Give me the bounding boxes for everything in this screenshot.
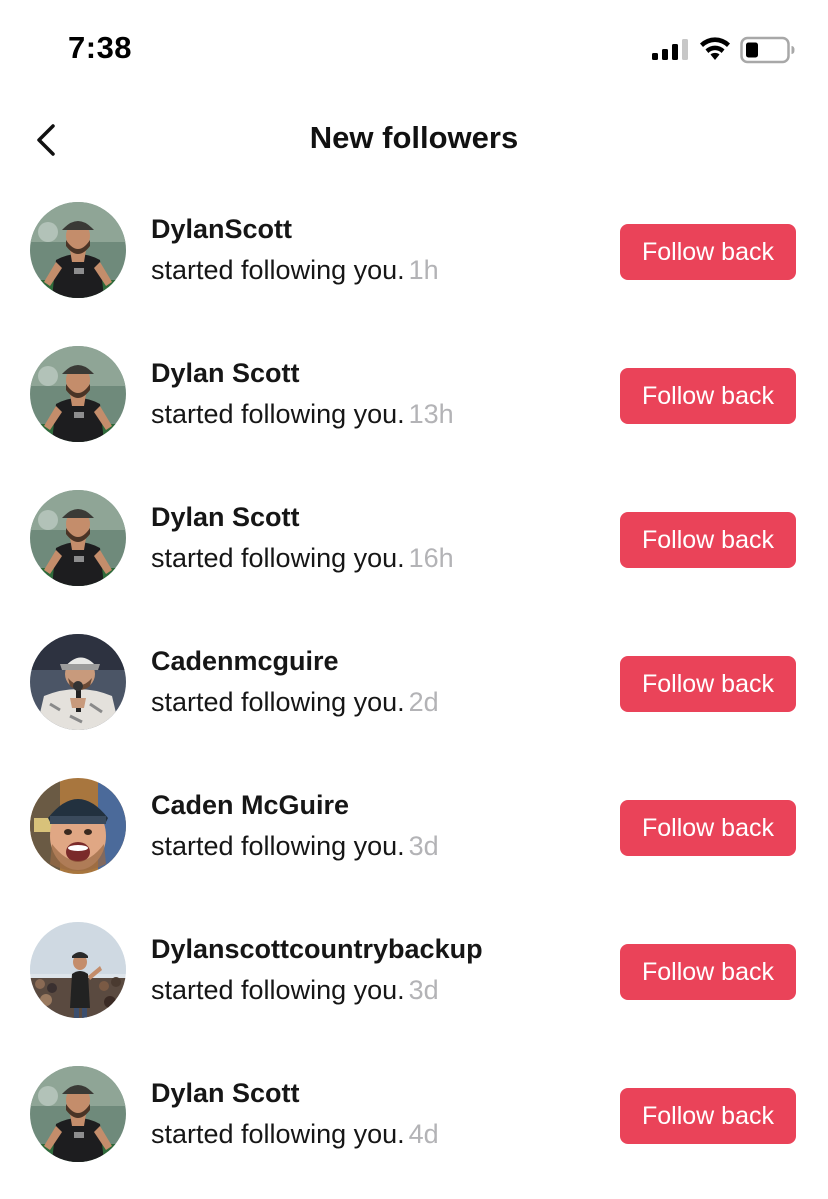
- status-bar: 7:38: [0, 0, 828, 96]
- follower-row[interactable]: Dylan Scott started following you. 4d Fol…: [0, 1042, 828, 1186]
- follower-text: Caden McGuire started following you. 3d: [151, 786, 439, 866]
- follower-text: Cadenmcguire started following you. 2d: [151, 642, 439, 722]
- avatar[interactable]: [30, 490, 126, 586]
- follower-row[interactable]: Caden McGuire started following you. 3d F…: [0, 754, 828, 898]
- activity-text: started following you.: [151, 687, 405, 717]
- avatar[interactable]: [30, 346, 126, 442]
- activity-line: started following you. 1h: [151, 250, 439, 290]
- timestamp: 4d: [408, 1119, 439, 1149]
- activity-text: started following you.: [151, 975, 405, 1005]
- username[interactable]: Dylanscottcountrybackup: [151, 930, 483, 968]
- follow-back-button[interactable]: Follow back: [620, 944, 796, 1000]
- username[interactable]: Dylan Scott: [151, 1074, 439, 1112]
- header: New followers: [0, 100, 828, 180]
- username[interactable]: Caden McGuire: [151, 786, 439, 824]
- follow-back-button[interactable]: Follow back: [620, 512, 796, 568]
- timestamp: 16h: [408, 543, 454, 573]
- avatar[interactable]: [30, 1066, 126, 1162]
- activity-line: started following you. 4d: [151, 1114, 439, 1154]
- follow-back-button[interactable]: Follow back: [620, 224, 796, 280]
- follower-row[interactable]: Dylan Scott started following you. 13h Fo…: [0, 322, 828, 466]
- timestamp: 2d: [408, 687, 439, 717]
- follow-back-button[interactable]: Follow back: [620, 1088, 796, 1144]
- timestamp: 3d: [408, 975, 439, 1005]
- follower-row[interactable]: Dylan Scott started following you. 16h Fo…: [0, 466, 828, 610]
- activity-line: started following you. 16h: [151, 538, 454, 578]
- follow-back-button[interactable]: Follow back: [620, 800, 796, 856]
- follower-row[interactable]: Cadenmcguire started following you. 2d Fo…: [0, 610, 828, 754]
- activity-text: started following you.: [151, 543, 405, 573]
- activity-line: started following you. 3d: [151, 970, 483, 1010]
- avatar[interactable]: [30, 778, 126, 874]
- wifi-icon: [700, 37, 730, 60]
- cellular-signal-icon: [652, 39, 688, 60]
- battery-low-icon: [740, 36, 795, 64]
- activity-line: started following you. 2d: [151, 682, 439, 722]
- username[interactable]: Dylan Scott: [151, 498, 454, 536]
- follow-back-button[interactable]: Follow back: [620, 656, 796, 712]
- follower-row[interactable]: Dylanscottcountrybackup started followin…: [0, 898, 828, 1042]
- page-title: New followers: [309, 120, 519, 155]
- activity-line: started following you. 13h: [151, 394, 454, 434]
- follower-text: Dylan Scott started following you. 4d: [151, 1074, 439, 1154]
- follower-list: DylanScott started following you. 1h Foll…: [0, 178, 828, 1186]
- status-time: 7:38: [68, 30, 133, 65]
- avatar[interactable]: [30, 202, 126, 298]
- username[interactable]: Dylan Scott: [151, 354, 454, 392]
- activity-text: started following you.: [151, 1119, 405, 1149]
- timestamp: 1h: [408, 255, 439, 285]
- timestamp: 3d: [408, 831, 439, 861]
- username[interactable]: Cadenmcguire: [151, 642, 439, 680]
- avatar[interactable]: [30, 634, 126, 730]
- timestamp: 13h: [408, 399, 454, 429]
- activity-text: started following you.: [151, 831, 405, 861]
- username[interactable]: DylanScott: [151, 210, 439, 248]
- activity-text: started following you.: [151, 399, 405, 429]
- follow-back-button[interactable]: Follow back: [620, 368, 796, 424]
- follower-text: Dylan Scott started following you. 13h: [151, 354, 454, 434]
- follower-row[interactable]: DylanScott started following you. 1h Foll…: [0, 178, 828, 322]
- follower-text: Dylanscottcountrybackup started followin…: [151, 930, 483, 1010]
- activity-text: started following you.: [151, 255, 405, 285]
- avatar[interactable]: [30, 922, 126, 1018]
- follower-text: DylanScott started following you. 1h: [151, 210, 439, 290]
- follower-text: Dylan Scott started following you. 16h: [151, 498, 454, 578]
- activity-line: started following you. 3d: [151, 826, 439, 866]
